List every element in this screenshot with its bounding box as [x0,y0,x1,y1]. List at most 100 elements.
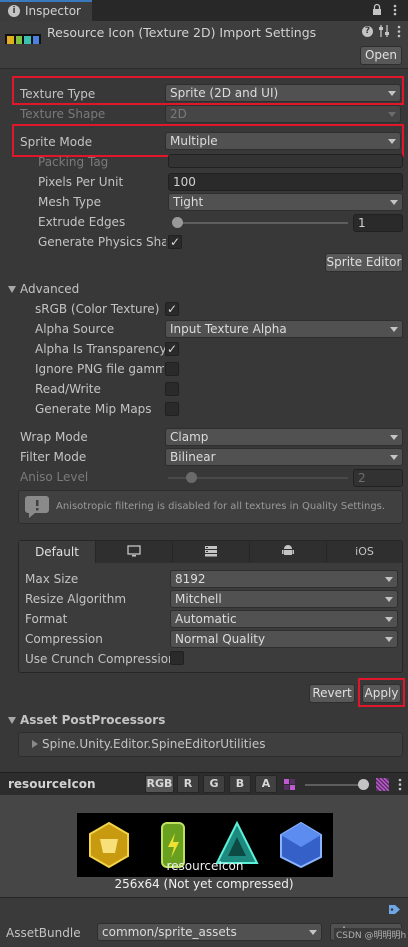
filter-mode-value: Bilinear [170,450,216,464]
texture-type-value: Sprite (2D and UI) [170,86,279,100]
assetbundle-dropdown[interactable]: common/sprite_assets [97,923,322,941]
chevron-down-icon [390,455,398,460]
texture-type-dropdown[interactable]: Sprite (2D and UI) [165,84,401,102]
wrap-mode-dropdown[interactable]: Clamp [165,428,403,446]
tab-ios[interactable]: iOS [327,541,402,563]
pixels-per-unit-label: Pixels Per Unit [38,175,124,189]
monitor-icon [127,542,141,564]
preview-menu-icon[interactable] [397,778,403,791]
chevron-down-icon [388,139,396,144]
ignore-png-gamma-label: Ignore PNG file gamma [35,362,164,376]
texture-shape-value: 2D [170,107,187,121]
alpha-source-dropdown[interactable]: Input Texture Alpha [165,320,403,338]
help-icon[interactable]: ? [362,26,373,37]
srgb-checkbox[interactable]: ✓ [165,302,179,316]
channel-b-button[interactable]: B [229,775,251,793]
mesh-type-value: Tight [173,195,204,209]
advanced-foldout-label[interactable]: Advanced [20,282,79,296]
speech-bubble-icon [24,495,50,519]
extrude-slider-track[interactable] [172,222,348,224]
chevron-down-icon [385,597,393,602]
format-dropdown[interactable]: Automatic [170,610,398,628]
alpha-source-value: Input Texture Alpha [170,322,287,336]
preview-caption-info: 256x64 (Not yet compressed) [114,877,294,891]
resize-algorithm-value: Mitchell [175,592,222,606]
header-menu-icon[interactable] [396,25,402,38]
texture-shape-label: Texture Shape [20,107,106,121]
crunch-compression-checkbox[interactable] [170,651,184,665]
filter-mode-dropdown[interactable]: Bilinear [165,448,403,466]
mip-level-slider-handle[interactable] [358,779,369,790]
lock-icon[interactable] [372,3,382,16]
postprocessors-list: Spine.Unity.Editor.SpineEditorUtilities [18,732,403,757]
extrude-slider-handle[interactable] [172,217,183,228]
mipmaps-checkbox[interactable] [165,402,179,416]
advanced-foldout-icon[interactable] [8,286,16,293]
max-size-label: Max Size [25,572,79,586]
ignore-png-gamma-checkbox[interactable] [165,362,179,376]
mipmap-large-icon [375,777,390,792]
revert-button[interactable]: Revert [309,684,355,703]
read-write-label: Read/Write [35,382,101,396]
chevron-down-icon [309,930,317,935]
mesh-type-dropdown[interactable]: Tight [168,193,403,211]
aniso-slider-handle [186,472,197,483]
open-button[interactable]: Open [360,46,402,65]
preset-icon[interactable] [378,24,390,38]
mip-level-slider-track[interactable] [305,784,365,786]
assetbundle-bar: AssetBundle common/sprite_assets ab CSDN… [0,897,408,947]
channel-a-button[interactable]: A [255,775,277,793]
chevron-down-icon [390,435,398,440]
tab-default[interactable]: Default [19,541,96,563]
texture-type-label: Texture Type [20,87,96,101]
resize-algorithm-dropdown[interactable]: Mitchell [170,590,398,608]
extrude-edges-input[interactable]: 1 [353,214,403,232]
alpha-transparency-checkbox[interactable]: ✓ [165,342,179,356]
wrap-mode-value: Clamp [170,430,209,444]
postprocessors-title[interactable]: Asset PostProcessors [20,713,165,727]
format-label: Format [25,612,68,626]
chevron-down-icon [390,327,398,332]
preview-area: resourceIcon 256x64 (Not yet compressed) [0,795,408,897]
tag-icon[interactable] [388,904,401,915]
compression-label: Compression [25,632,103,646]
physics-shape-checkbox[interactable]: ✓ [168,235,182,249]
inspector-title: Resource Icon (Texture 2D) Import Settin… [47,25,317,40]
alpha-source-label: Alpha Source [35,322,115,336]
watermark: CSDN @明明明h [334,928,407,941]
texture-thumbnail-icon [5,34,41,44]
channel-r-button[interactable]: R [177,775,199,793]
max-size-dropdown[interactable]: 8192 [170,570,398,588]
chevron-down-icon [388,112,396,117]
kebab-menu-icon[interactable] [392,3,398,17]
platform-tabs: Default iOS [19,541,402,563]
aniso-level-input: 2 [353,469,403,487]
channel-g-button[interactable]: G [203,775,225,793]
preview-toolbar: resourceIcon RGB R G B A [0,772,408,795]
mesh-type-label: Mesh Type [38,195,101,209]
max-size-value: 8192 [175,572,206,586]
resize-algorithm-label: Resize Algorithm [25,592,127,606]
apply-button[interactable]: Apply [362,684,401,703]
preview-caption-name: resourceIcon [166,859,244,873]
packing-tag-input[interactable] [168,154,403,168]
sprite-mode-label: Sprite Mode [20,135,93,149]
srgb-label: sRGB (Color Texture) [35,302,160,316]
info-icon: i [8,5,20,17]
postprocessors-foldout-icon[interactable] [8,717,16,724]
tab-android[interactable] [250,541,327,563]
tab-standalone[interactable] [96,541,173,563]
sprite-editor-button[interactable]: Sprite Editor [325,253,403,272]
chevron-down-icon [385,617,393,622]
channel-rgb-button[interactable]: RGB [145,775,174,793]
postprocessor-item[interactable]: Spine.Unity.Editor.SpineEditorUtilities [42,737,265,751]
compression-dropdown[interactable]: Normal Quality [170,630,398,648]
sprite-mode-value: Multiple [170,134,218,148]
read-write-checkbox[interactable] [165,382,179,396]
chevron-right-icon[interactable] [32,740,38,748]
tab-server[interactable] [173,541,250,563]
alpha-transparency-label: Alpha Is Transparency [35,342,167,356]
pixels-per-unit-input[interactable]: 100 [168,173,403,191]
inspector-tab[interactable]: i Inspector [0,0,92,21]
sprite-mode-dropdown[interactable]: Multiple [165,132,401,150]
